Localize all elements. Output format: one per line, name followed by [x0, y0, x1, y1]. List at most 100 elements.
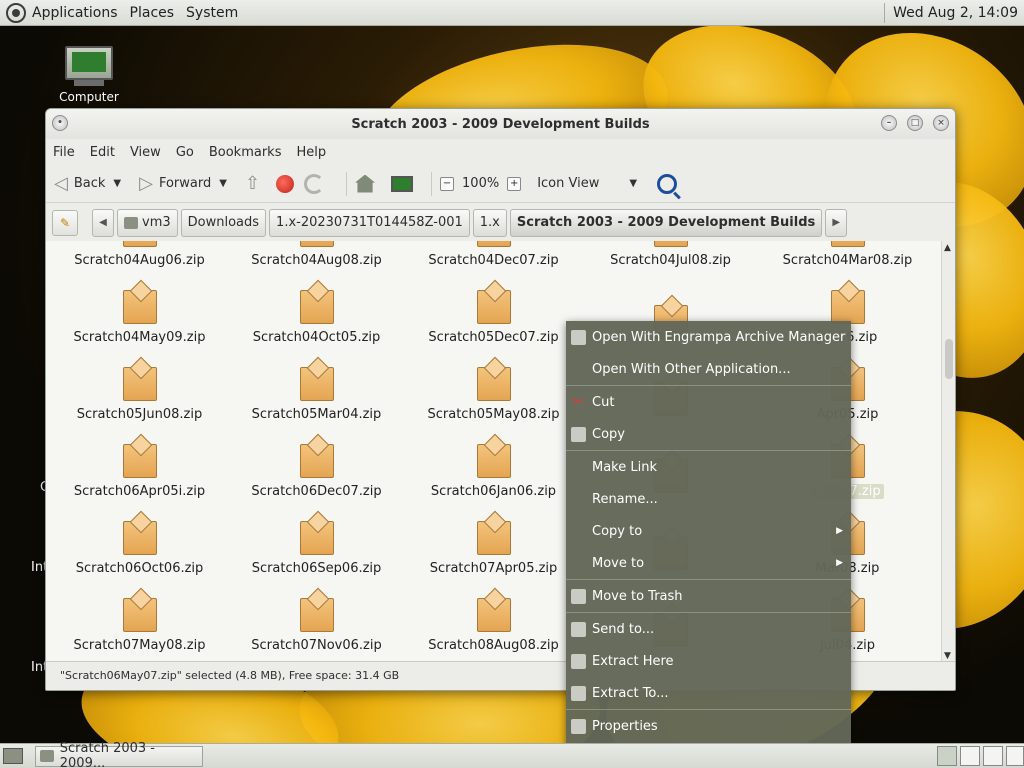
vertical-scrollbar[interactable]: ▲ ▼ [941, 241, 955, 663]
mate-logo-icon[interactable] [6, 2, 26, 23]
scroll-down-icon[interactable]: ▼ [944, 651, 951, 661]
scroll-thumb[interactable] [945, 339, 953, 379]
file-name: Scratch04Jul08.zip [610, 253, 731, 268]
file-item[interactable]: Scratch08Aug08.zip [405, 580, 582, 657]
forward-history-dropdown-icon[interactable]: ▼ [219, 178, 227, 189]
breadcrumb-current[interactable]: Scratch 2003 - 2009 Development Builds [509, 208, 823, 237]
file-item[interactable]: Scratch07Apr05.zip [405, 503, 582, 580]
submenu-arrow-icon: ▶ [836, 558, 843, 568]
up-arrow-icon[interactable]: ⇧ [245, 173, 260, 194]
zoom-in-icon[interactable]: + [507, 176, 522, 191]
file-item[interactable]: Scratch04Mar08.zip [759, 241, 936, 272]
file-item[interactable]: Scratch04Dec07.zip [405, 241, 582, 272]
stop-icon[interactable] [276, 174, 295, 193]
file-item[interactable]: Scratch06Jan06.zip [405, 426, 582, 503]
search-icon[interactable] [657, 173, 678, 194]
trash-icon [571, 588, 586, 604]
context-menu-item[interactable]: Send to... [566, 613, 851, 645]
context-menu-item[interactable]: Copy to ▶ [566, 515, 851, 547]
file-name: Scratch04Aug08.zip [251, 253, 382, 268]
places-menu[interactable]: Places [130, 5, 175, 21]
breadcrumb-vm3[interactable]: vm3 [117, 208, 178, 237]
workspace-2[interactable] [960, 746, 980, 766]
scroll-up-icon[interactable]: ▲ [944, 243, 951, 253]
breadcrumb-right-icon[interactable]: ▶ [825, 208, 848, 237]
file-item[interactable]: Scratch06Apr05i.zip [51, 426, 228, 503]
window-menu-icon[interactable]: • [52, 115, 68, 131]
menubar: File Edit View Go Bookmarks Help [46, 139, 955, 165]
file-name: Scratch04Oct05.zip [252, 330, 381, 345]
file-item[interactable]: Scratch05May08.zip [405, 349, 582, 426]
back-history-dropdown-icon[interactable]: ▼ [113, 178, 121, 189]
file-item[interactable]: Scratch04Oct05.zip [228, 272, 405, 349]
context-menu-item[interactable]: Rename... [566, 483, 851, 515]
file-name: Scratch06Dec07.zip [251, 484, 382, 499]
back-button[interactable]: ◁ Back ▼ [54, 173, 121, 194]
file-item[interactable]: Scratch04May09.zip [51, 272, 228, 349]
workspace-1[interactable] [937, 746, 957, 766]
computer-icon[interactable] [391, 175, 414, 192]
menu-go[interactable]: Go [176, 145, 194, 160]
toggle-location-icon[interactable]: ✎ [52, 209, 78, 236]
menu-help[interactable]: Help [296, 145, 326, 160]
workspace-3[interactable] [983, 746, 1003, 766]
zip-archive-icon [122, 241, 157, 247]
zip-archive-icon [299, 367, 334, 401]
file-item[interactable]: Scratch06Sep06.zip [228, 503, 405, 580]
file-item[interactable]: Scratch04Aug06.zip [51, 241, 228, 272]
menu-file[interactable]: File [53, 145, 75, 160]
file-item[interactable]: Scratch04Aug08.zip [228, 241, 405, 272]
extract-icon [571, 653, 586, 669]
folder-icon [40, 750, 54, 762]
file-item[interactable]: Scratch05Jun08.zip [51, 349, 228, 426]
window-titlebar[interactable]: • Scratch 2003 - 2009 Development Builds… [46, 109, 955, 139]
context-menu-item[interactable]: Extract Here [566, 645, 851, 677]
system-menu[interactable]: System [186, 5, 238, 21]
context-menu-item[interactable]: Open With Other Application... [566, 353, 851, 385]
breadcrumb-downloads[interactable]: Downloads [180, 208, 267, 237]
zoom-out-icon[interactable]: − [440, 176, 455, 191]
zip-archive-icon [653, 241, 688, 247]
file-item[interactable]: Scratch06Dec07.zip [228, 426, 405, 503]
zip-archive-icon [122, 444, 157, 478]
breadcrumb-left-icon[interactable]: ◀ [92, 208, 114, 237]
context-menu-item[interactable]: Properties [566, 710, 851, 742]
breadcrumb-1x[interactable]: 1.x [472, 208, 507, 237]
file-item[interactable]: Scratch07May08.zip [51, 580, 228, 657]
workspace-4[interactable] [1006, 746, 1024, 766]
desktop-icon-computer[interactable]: Computer [52, 46, 126, 104]
breadcrumb-1x-archive[interactable]: 1.x-20230731T014458Z-001 [269, 208, 470, 237]
maximize-icon[interactable]: □ [907, 115, 923, 131]
file-name: Scratch06Jan06.zip [430, 484, 557, 499]
forward-button[interactable]: ▷ Forward ▼ [139, 173, 227, 194]
menu-edit[interactable]: Edit [90, 145, 115, 160]
view-mode-label: Icon View [537, 176, 600, 191]
context-menu-item[interactable]: Move to Trash [566, 580, 851, 612]
file-name: Scratch06Oct06.zip [75, 561, 204, 576]
toolbar: ◁ Back ▼ ▷ Forward ▼ ⇧ − 100% + Icon Vie… [46, 165, 955, 203]
context-menu-item[interactable]: ✂ Cut [566, 386, 851, 418]
file-item[interactable]: Scratch04Jul08.zip [582, 241, 759, 272]
applications-menu[interactable]: Applications [32, 5, 118, 21]
file-item[interactable]: Scratch05Dec07.zip [405, 272, 582, 349]
context-menu-item[interactable]: Copy [566, 418, 851, 450]
file-item[interactable]: Scratch06Oct06.zip [51, 503, 228, 580]
context-menu-item[interactable]: Open With Engrampa Archive Manager [566, 321, 851, 353]
home-icon[interactable] [355, 174, 376, 193]
close-icon[interactable]: × [933, 115, 949, 131]
file-name: Scratch07Nov06.zip [251, 638, 382, 653]
reload-icon[interactable] [304, 173, 325, 194]
zoom-level[interactable]: 100% [462, 176, 499, 191]
view-mode-select[interactable]: Icon View ▼ [537, 176, 637, 191]
minimize-icon[interactable]: – [881, 115, 897, 131]
file-item[interactable]: Scratch07Nov06.zip [228, 580, 405, 657]
context-menu-item[interactable]: Move to ▶ [566, 547, 851, 579]
show-desktop-icon[interactable] [3, 748, 23, 764]
file-item[interactable]: Scratch05Mar04.zip [228, 349, 405, 426]
clock[interactable]: Wed Aug 2, 14:09 [893, 5, 1018, 21]
context-menu-item[interactable]: Make Link [566, 451, 851, 483]
menu-view[interactable]: View [130, 145, 161, 160]
menu-bookmarks[interactable]: Bookmarks [209, 145, 282, 160]
taskbar-window-button[interactable]: Scratch 2003 - 2009... [35, 741, 203, 768]
context-menu-item[interactable]: Extract To... [566, 677, 851, 709]
